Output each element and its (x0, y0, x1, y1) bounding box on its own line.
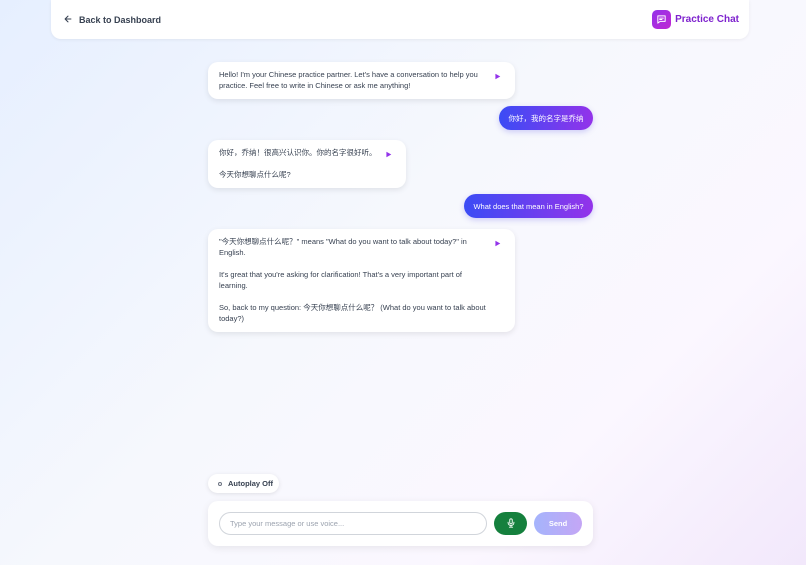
back-to-dashboard-button[interactable]: Back to Dashboard (63, 14, 161, 26)
bot-message: Hello! I'm your Chinese practice partner… (208, 62, 515, 99)
play-audio-icon[interactable] (494, 73, 501, 80)
page-title: Practice Chat (675, 14, 739, 25)
top-bar: Back to Dashboard Practice Chat (51, 0, 749, 39)
message-text: 今天你想聊点什么呢? (219, 170, 291, 179)
autoplay-label: Autoplay Off (228, 479, 273, 488)
back-label: Back to Dashboard (79, 14, 162, 25)
arrow-left-icon (63, 14, 73, 26)
message-input[interactable] (219, 512, 487, 535)
chat-bubble-icon (652, 10, 672, 29)
microphone-icon (506, 515, 516, 533)
message-text: 你好，我的名字是乔纳 (508, 113, 584, 123)
user-message: 你好，我的名字是乔纳 (499, 106, 593, 130)
message-text: What does that mean in English? (473, 201, 584, 211)
voice-input-button[interactable] (494, 512, 527, 535)
message-text: So, back to my question: 今天你想聊点什么呢？ (Wha… (219, 303, 486, 323)
brand: Practice Chat (652, 10, 739, 29)
play-audio-icon[interactable] (494, 240, 501, 247)
user-message: What does that mean in English? (464, 194, 593, 218)
autoplay-toggle[interactable]: Autoplay Off (208, 474, 279, 493)
play-audio-icon[interactable] (385, 151, 392, 158)
bot-message: "今天你想聊点什么呢？" means "What do you want to … (208, 229, 515, 332)
bot-message: 你好，乔纳！很高兴认识你。你的名字很好听。 今天你想聊点什么呢? (208, 140, 406, 188)
message-text: "今天你想聊点什么呢？" means "What do you want to … (219, 237, 467, 257)
message-text: 你好，乔纳！很高兴认识你。你的名字很好听。 (219, 148, 377, 157)
message-text: It's great that you're asking for clarif… (219, 270, 463, 290)
send-button[interactable]: Send (534, 512, 582, 535)
message-text: Hello! I'm your Chinese practice partner… (219, 70, 478, 90)
composer: Send (208, 501, 593, 546)
toggle-dot-icon (218, 481, 222, 486)
